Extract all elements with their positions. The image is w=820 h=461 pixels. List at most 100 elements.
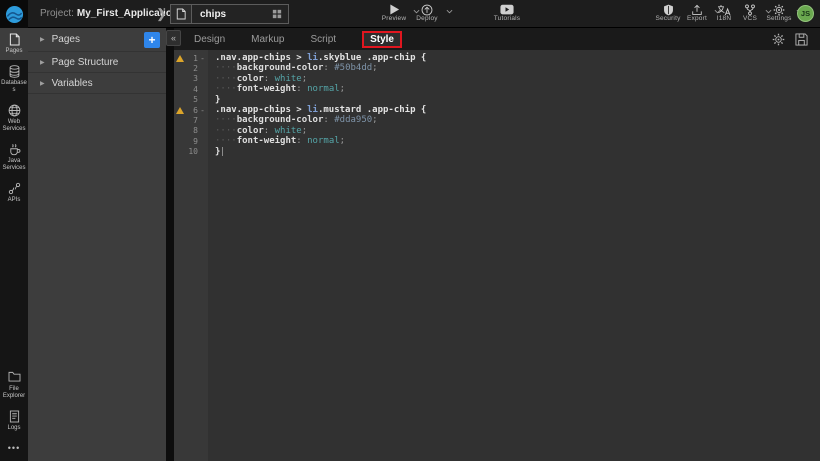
code-line[interactable]: ····font-weight: normal;: [215, 84, 820, 94]
sidebar-item-label: APIs: [1, 197, 27, 204]
sidebar-item-apis[interactable]: APIs: [0, 177, 28, 209]
breadcrumb-chevron-icon: ❯: [156, 0, 167, 28]
page-tab-chips[interactable]: chips: [170, 4, 289, 24]
sidebar-item-java-services[interactable]: Java Services: [0, 138, 28, 177]
code-line[interactable]: ····color: white;: [215, 126, 820, 136]
line-number: 7: [185, 116, 198, 125]
deploy-button[interactable]: Deploy: [409, 0, 445, 28]
code-line[interactable]: .nav.app-chips > li.skyblue .app-chip {: [215, 53, 820, 63]
lint-warning-icon[interactable]: [174, 55, 185, 62]
play-icon: [376, 0, 412, 15]
sidebar-item-file-explorer[interactable]: File Explorer: [0, 366, 28, 405]
settings-label: Settings: [763, 15, 795, 22]
sidebar-item-databases[interactable]: Databases: [0, 60, 28, 99]
sidebar-item-label: File Explorer: [1, 386, 27, 400]
sidebar-item-logs[interactable]: Logs: [0, 405, 28, 437]
export-upload-icon: [681, 0, 713, 15]
sidebar-item-label: Logs: [1, 425, 27, 432]
tutorials-label: Tutorials: [487, 15, 527, 22]
editor-tabbar: Design Markup Script Style: [174, 28, 820, 50]
editor-tabs: Design Markup Script Style: [194, 31, 402, 48]
line-number: 4: [185, 85, 198, 94]
collapse-panel-button[interactable]: «: [166, 30, 181, 46]
panel-section-page-structure[interactable]: ▶ Page Structure: [28, 52, 166, 73]
apis-nodes-icon: [1, 182, 27, 195]
caret-right-icon: ▶: [40, 36, 45, 43]
vcs-label: VCS: [736, 15, 764, 22]
preview-button[interactable]: Preview: [376, 0, 412, 28]
wavemaker-logo[interactable]: [0, 0, 28, 28]
settings-gear-icon: [763, 0, 795, 15]
panel-section-pages[interactable]: ▶ Pages +: [28, 28, 166, 52]
panel-section-label: Page Structure: [52, 57, 119, 68]
fold-toggle[interactable]: -: [198, 106, 207, 115]
project-label: Project:: [40, 8, 74, 19]
editor-actions: [772, 33, 820, 46]
vcs-button[interactable]: VCS: [736, 0, 764, 28]
file-explorer-folder-icon: [1, 371, 27, 384]
line-number: 10: [185, 147, 198, 156]
chevron-down-icon[interactable]: [446, 9, 453, 14]
tutorials-button[interactable]: Tutorials: [487, 0, 527, 28]
caret-right-icon: ▶: [40, 80, 45, 87]
fold-toggle[interactable]: -: [198, 54, 207, 63]
code-line[interactable]: ····background-color: #dda950;: [215, 115, 820, 125]
panel-section-label: Variables: [52, 78, 93, 89]
line-number: 3: [185, 74, 198, 83]
style-code-editor[interactable]: 1-23456-78910 .nav.app-chips > li.skyblu…: [174, 50, 820, 461]
line-number: 5: [185, 95, 198, 104]
code-line[interactable]: ····color: white;: [215, 74, 820, 84]
editor-area: « Design Markup Script Style 1-23456-789…: [174, 28, 820, 461]
security-button[interactable]: Security: [652, 0, 684, 28]
line-number: 9: [185, 137, 198, 146]
deploy-upload-icon: [409, 0, 445, 15]
java-services-coffee-icon: [1, 143, 27, 156]
save-floppy-icon[interactable]: [795, 33, 808, 46]
add-page-button[interactable]: +: [144, 32, 160, 48]
tab-markup[interactable]: Markup: [251, 34, 284, 45]
tab-script[interactable]: Script: [311, 34, 337, 45]
line-number: 8: [185, 126, 198, 135]
sidebar-item-label: Web Services: [1, 119, 27, 133]
code-line[interactable]: ····background-color: #50b4dd;: [215, 63, 820, 73]
code-line[interactable]: .nav.app-chips > li.mustard .app-chip {: [215, 105, 820, 115]
lint-warning-icon[interactable]: [174, 107, 185, 114]
settings-button[interactable]: Settings: [763, 0, 795, 28]
code-line[interactable]: }: [215, 95, 820, 105]
line-number: 1: [185, 54, 198, 63]
code-line[interactable]: ····font-weight: normal;: [215, 136, 820, 146]
sidebar-item-label: Java Services: [1, 158, 27, 172]
database-icon: [1, 65, 27, 78]
pages-panel: ▶ Pages + ▶ Page Structure ▶ Variables: [28, 28, 166, 461]
security-shield-icon: [652, 0, 684, 15]
panel-section-label: Pages: [52, 34, 80, 45]
export-button[interactable]: Export: [681, 0, 713, 28]
i18n-translate-icon: [710, 0, 738, 15]
editor-settings-gear-icon[interactable]: [772, 33, 785, 46]
code-line[interactable]: }: [215, 147, 820, 157]
page-tab-title: chips: [192, 9, 270, 20]
security-label: Security: [652, 15, 684, 22]
tab-design[interactable]: Design: [194, 34, 225, 45]
more-ellipsis-icon[interactable]: •••: [0, 437, 28, 459]
deploy-label: Deploy: [409, 15, 445, 22]
grid-icon[interactable]: [270, 9, 288, 19]
i18n-button[interactable]: I18N: [710, 0, 738, 28]
sidebar-item-web-services[interactable]: Web Services: [0, 99, 28, 138]
wavemaker-studio-window: Project:My_First_Application ❯ chips Pre…: [0, 0, 820, 461]
panel-editor-divider[interactable]: [166, 28, 174, 461]
pages-doc-icon: [1, 33, 27, 46]
sidebar-item-pages[interactable]: Pages: [0, 28, 28, 60]
panel-section-variables[interactable]: ▶ Variables: [28, 73, 166, 94]
tutorials-video-icon: [487, 0, 527, 15]
top-toolbar: Project:My_First_Application ❯ chips Pre…: [0, 0, 820, 28]
sidebar-item-label: Databases: [1, 80, 27, 94]
text-cursor: [222, 147, 223, 156]
wavemaker-logo-icon: [5, 5, 24, 24]
line-number: 2: [185, 64, 198, 73]
logs-doc-icon: [1, 410, 27, 423]
user-avatar[interactable]: JS: [797, 5, 814, 22]
left-icon-sidebar: Pages Databases Web Services Java Servic…: [0, 28, 28, 461]
i18n-label: I18N: [710, 15, 738, 22]
tab-style[interactable]: Style: [362, 31, 402, 48]
